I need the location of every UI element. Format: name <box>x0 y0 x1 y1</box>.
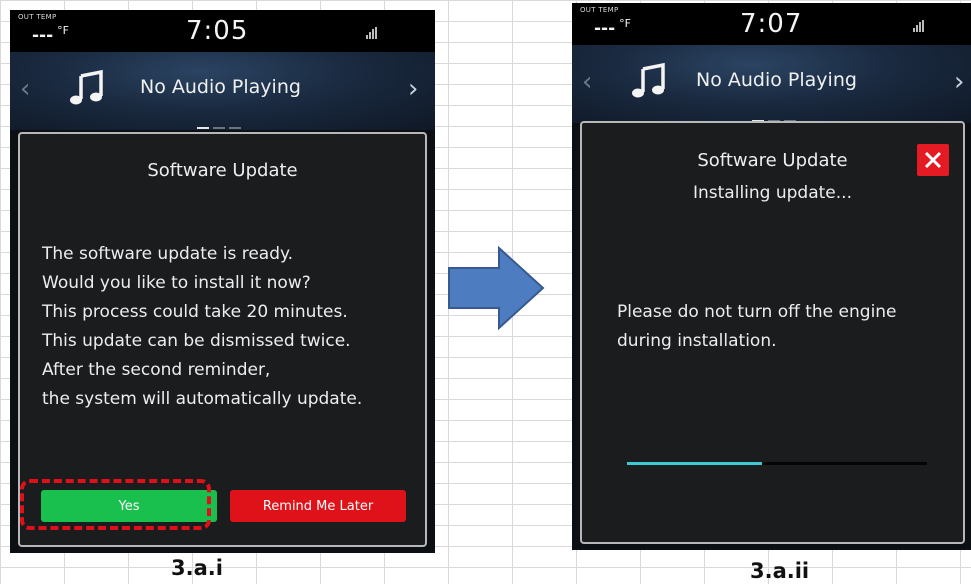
dialog-subtitle: Installing update... <box>693 183 852 203</box>
caption-left: 3.a.i <box>171 556 223 580</box>
screen-update-prompt: OUT TEMP --- °F 7:05 ‹ No Audio Playing ›… <box>10 10 435 553</box>
message-line: This process could take 20 minutes. <box>42 302 348 322</box>
message-line: After the second reminder, <box>42 360 271 380</box>
message-line: the system will automatically update. <box>42 389 363 409</box>
temp-reading: --- <box>594 18 616 39</box>
screen-installing: OUT TEMP --- °F 7:07 ‹ No Audio Playing ›… <box>572 3 971 550</box>
out-temp-value: --- °F <box>32 24 69 46</box>
message-line: This update can be dismissed twice. <box>42 331 351 351</box>
close-icon <box>924 151 942 169</box>
install-progress-bar <box>627 462 927 465</box>
audio-status-text: No Audio Playing <box>140 76 301 98</box>
temp-reading: --- <box>32 25 54 46</box>
dialog-message: The software update is ready. Would you … <box>42 240 362 414</box>
signal-lte-icon <box>366 27 377 39</box>
dialog-message: Please do not turn off the engine during… <box>617 298 897 356</box>
close-button[interactable] <box>917 144 949 176</box>
chevron-left-icon[interactable]: ‹ <box>20 74 30 104</box>
yes-button-highlight <box>20 479 211 530</box>
status-bar: OUT TEMP --- °F 7:07 <box>572 3 971 45</box>
out-temp-label: OUT TEMP <box>18 13 57 21</box>
message-line: during installation. <box>617 331 777 351</box>
caption-right: 3.a.ii <box>750 559 810 583</box>
music-note-icon <box>632 62 665 98</box>
message-line: The software update is ready. <box>42 244 294 264</box>
dialog-title: Software Update <box>697 150 848 171</box>
temp-unit: °F <box>619 17 631 30</box>
software-update-dialog: Software Update Installing update... Ple… <box>580 121 965 544</box>
chevron-left-icon[interactable]: ‹ <box>582 67 592 97</box>
arrow-right-icon <box>448 246 545 330</box>
audio-bar: ‹ No Audio Playing › <box>572 45 971 123</box>
page-indicator <box>197 114 245 133</box>
chevron-right-icon[interactable]: › <box>954 67 964 97</box>
message-line: Please do not turn off the engine <box>617 302 897 322</box>
message-line: Would you like to install it now? <box>42 273 311 293</box>
dialog-title: Software Update <box>147 160 298 181</box>
audio-bar: ‹ No Audio Playing › <box>10 52 435 130</box>
install-progress-fill <box>627 462 762 465</box>
clock: 7:07 <box>740 9 803 39</box>
out-temp-value: --- °F <box>594 17 631 39</box>
audio-status-text: No Audio Playing <box>696 69 857 91</box>
chevron-right-icon[interactable]: › <box>408 74 418 104</box>
music-note-icon <box>70 69 103 105</box>
temp-unit: °F <box>57 24 69 37</box>
out-temp-label: OUT TEMP <box>580 6 619 14</box>
signal-lte-icon <box>913 20 924 32</box>
clock: 7:05 <box>186 16 249 46</box>
status-bar: OUT TEMP --- °F 7:05 <box>10 10 435 52</box>
remind-me-later-button[interactable]: Remind Me Later <box>230 490 406 522</box>
